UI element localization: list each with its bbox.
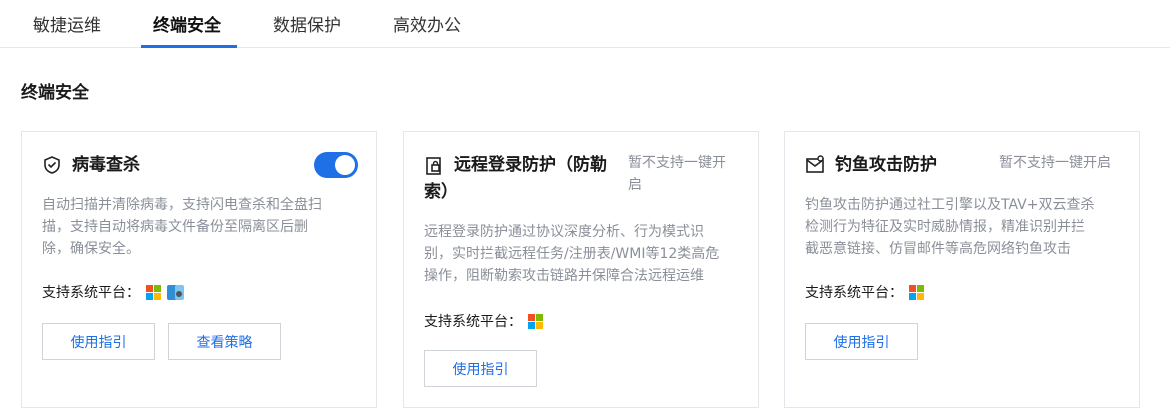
- tab-efficient-office[interactable]: 高效办公: [393, 0, 461, 48]
- guide-button[interactable]: 使用指引: [42, 323, 155, 360]
- windows-icon: [146, 284, 161, 300]
- tab-bar: 敏捷运维 终端安全 数据保护 高效办公: [0, 0, 1170, 48]
- platform-label: 支持系统平台：: [805, 285, 903, 301]
- status-line: 暂不支持一键开: [628, 155, 726, 171]
- windows-icon: [909, 284, 924, 300]
- tab-endpoint-security[interactable]: 终端安全: [153, 0, 221, 48]
- title-line: 远程登录防护（防勒: [454, 155, 607, 175]
- card-antivirus: 病毒查杀 自动扫描并清除病毒，支持闪电查杀和全盘扫 描，支持自动将病毒文件备份至…: [21, 131, 377, 408]
- desc-line: 操作，阻断勒索攻击链路并保障合法远程运维: [424, 268, 704, 284]
- view-policy-button[interactable]: 查看策略: [168, 323, 281, 360]
- platform-row: 支持系统平台：: [42, 282, 184, 302]
- card-title-continued: 索）: [424, 180, 458, 204]
- platform-label: 支持系统平台：: [424, 314, 522, 330]
- status-note: 暂不支持一键开启: [999, 155, 1111, 171]
- tab-data-protection[interactable]: 数据保护: [273, 0, 341, 48]
- desc-line: 描，支持自动将病毒文件备份至隔离区后删: [42, 219, 308, 235]
- platform-label: 支持系统平台：: [42, 285, 140, 301]
- desc-line: 远程登录防护通过协议深度分析、行为模式识: [424, 224, 704, 240]
- antivirus-toggle[interactable]: [314, 152, 358, 178]
- shield-check-icon: [44, 156, 60, 174]
- guide-button[interactable]: 使用指引: [424, 350, 537, 387]
- macos-icon: [167, 284, 184, 300]
- guide-button[interactable]: 使用指引: [805, 323, 918, 360]
- desc-line: 检测行为特征及实时威胁情报，精准识别并拦: [805, 219, 1085, 235]
- desc-line: 除，确保安全。: [42, 241, 140, 257]
- card-title: 病毒查杀: [72, 155, 140, 175]
- desc-line: 截恶意链接、仿冒邮件等高危网络钓鱼攻击: [805, 241, 1071, 257]
- desc-line: 钓鱼攻击防护通过社工引擎以及TAV+双云查杀: [805, 197, 1095, 213]
- desc-line: 自动扫描并清除病毒，支持闪电查杀和全盘扫: [42, 197, 322, 213]
- card-phishing: 钓鱼攻击防护 暂不支持一键开启 钓鱼攻击防护通过社工引擎以及TAV+双云查杀 检…: [784, 131, 1140, 408]
- platform-row: 支持系统平台：: [805, 282, 924, 302]
- desc-line: 别，实时拦截远程任务/注册表/WMI等12类高危: [424, 246, 720, 262]
- platform-row: 支持系统平台：: [424, 311, 543, 331]
- windows-icon: [528, 313, 543, 329]
- card-remote-login: 远程登录防护（防勒 索） 暂不支持一键开 启 远程登录防护通过协议深度分析、行为…: [403, 131, 759, 408]
- card-title: 钓鱼攻击防护: [835, 155, 937, 175]
- phishing-mail-icon: [806, 155, 824, 173]
- title-line: 索）: [424, 182, 458, 202]
- card-description: 远程登录防护通过协议深度分析、行为模式识 别，实时拦截远程任务/注册表/WMI等…: [424, 221, 719, 287]
- card-description: 钓鱼攻击防护通过社工引擎以及TAV+双云查杀 检测行为特征及实时威胁情报，精准识…: [805, 194, 1094, 260]
- status-line: 启: [628, 177, 642, 193]
- remote-login-icon: [426, 157, 441, 175]
- status-note: 暂不支持一键开 启: [628, 152, 726, 196]
- toggle-knob: [335, 155, 355, 175]
- section-title: 终端安全: [21, 83, 89, 103]
- card-title: 远程登录防护（防勒: [454, 153, 607, 177]
- card-description: 自动扫描并清除病毒，支持闪电查杀和全盘扫 描，支持自动将病毒文件备份至隔离区后删…: [42, 194, 322, 260]
- tab-agile-ops[interactable]: 敏捷运维: [33, 0, 101, 48]
- active-tab-indicator: [141, 45, 237, 48]
